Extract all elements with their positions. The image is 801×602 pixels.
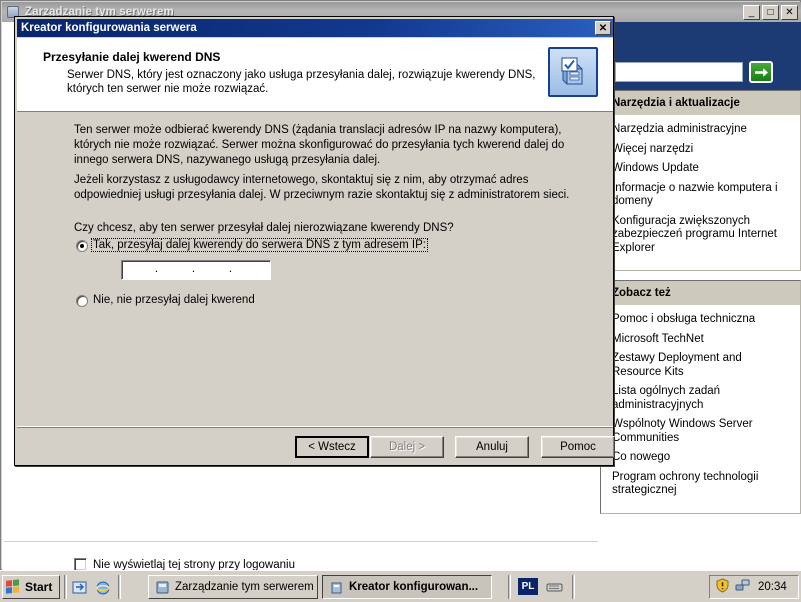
divider (4, 541, 598, 542)
search-input[interactable] (615, 62, 743, 82)
side-link[interactable]: Informacje o nazwie komputera i domeny (612, 182, 791, 209)
radio-row-forward-no[interactable]: Nie, nie przesyłaj dalej kwerend (76, 294, 255, 307)
ip-separator: . (154, 262, 159, 275)
dialog-titlebar[interactable]: Kreator konfigurowania serwera ✕ (17, 19, 613, 37)
internet-explorer-icon[interactable] (95, 580, 111, 596)
maximize-icon[interactable]: □ (762, 5, 779, 20)
dialog-header: Przesyłanie dalej kwerend DNS Serwer DNS… (17, 38, 613, 112)
screen: Zarządzanie tym serwerem _ □ ✕ Narzędzia… (0, 0, 801, 602)
search-go-arrow-icon[interactable] (749, 61, 773, 83)
side-link[interactable]: Konfiguracja zwiększonych zabezpieczeń p… (612, 215, 791, 256)
side-section-header-tools: Narzędzia i aktualizacje (600, 90, 801, 115)
body-question: Czy chcesz, aby ten serwer przesyłał dal… (74, 222, 454, 234)
dialog-title: Kreator konfigurowania serwera (21, 22, 197, 34)
side-list-tools: Narzędzia administracyjne Więcej narzędz… (600, 115, 801, 271)
clock[interactable]: 20:34 (758, 581, 787, 593)
server-icon (155, 580, 170, 595)
next-button: Dalej > (370, 436, 444, 458)
minimize-icon[interactable]: _ (743, 5, 760, 20)
body-paragraph-2: Jeżeli korzystasz z usługodawcy internet… (74, 174, 570, 201)
close-icon[interactable]: ✕ (781, 5, 798, 20)
side-link[interactable]: Co nowego (612, 451, 791, 465)
background-window-controls: _ □ ✕ (743, 5, 798, 20)
side-link[interactable]: Microsoft TechNet (612, 333, 791, 347)
show-desktop-icon[interactable] (72, 580, 88, 596)
divider (118, 575, 121, 599)
taskbar-item-label: Kreator konfigurowan... (349, 581, 479, 593)
side-link[interactable]: Lista ogólnych zadań administracyjnych (612, 385, 791, 412)
system-tray: 20:34 (709, 575, 799, 599)
side-link[interactable]: Zestawy Deployment and Resource Kits (612, 352, 791, 379)
cancel-button[interactable]: Anuluj (455, 436, 529, 458)
side-link[interactable]: Windows Update (612, 162, 791, 176)
start-button-label: Start (25, 580, 53, 594)
taskbar-item-label: Zarządzanie tym serwerem (175, 581, 314, 593)
side-panel-gap (600, 271, 801, 280)
side-panel: Narzędzia i aktualizacje Narzędzia admin… (600, 90, 801, 570)
radio-row-forward-yes[interactable]: Tak, przesyłaj dalej kwerendy do serwera… (76, 238, 428, 252)
ip-separator: . (228, 262, 233, 275)
windows-logo-icon (6, 579, 21, 595)
side-list-seealso: Pomoc i obsługa techniczna Microsoft Tec… (600, 305, 801, 514)
close-icon[interactable]: ✕ (595, 21, 611, 35)
side-link[interactable]: Narzędzia administracyjne (612, 123, 791, 137)
manage-server-banner (600, 22, 801, 90)
wizard-icon (329, 580, 344, 595)
page-subtitle: Serwer DNS, który jest oznaczony jako us… (67, 69, 536, 95)
ip-separator: . (191, 262, 196, 275)
side-link[interactable]: Wspólnoty Windows Server Communities (612, 418, 791, 445)
taskbar-item-manage-server[interactable]: Zarządzanie tym serwerem (148, 575, 318, 599)
divider (64, 575, 67, 599)
configure-server-wizard-dialog: Kreator konfigurowania serwera ✕ Przesył… (14, 16, 615, 466)
radio-forward-no[interactable] (76, 295, 88, 307)
body-paragraph-1: Ten serwer może odbierać kwerendy DNS (ż… (74, 124, 565, 166)
page-title: Przesyłanie dalej kwerend DNS (43, 50, 221, 64)
divider (572, 575, 575, 599)
taskbar-item-configure-wizard[interactable]: Kreator konfigurowan... (322, 575, 492, 599)
help-button[interactable]: Pomoc (541, 436, 615, 458)
radio-forward-yes[interactable] (76, 240, 88, 252)
side-link[interactable]: Program ochrony technologii strategiczne… (612, 471, 791, 498)
side-link[interactable]: Więcej narzędzi (612, 143, 791, 157)
back-button[interactable]: < Wstecz (295, 436, 369, 458)
ip-address-input[interactable]: . . . (121, 260, 271, 280)
dialog-footer: < Wstecz Dalej > Anuluj Pomoc (17, 426, 615, 465)
radio-forward-yes-label: Tak, przesyłaj dalej kwerendy do serwera… (91, 238, 428, 252)
dialog-body: Ten serwer może odbierać kwerendy DNS (ż… (17, 113, 613, 425)
side-section-title-tools: Narzędzia i aktualizacje (612, 97, 740, 109)
side-link[interactable]: Pomoc i obsługa techniczna (612, 313, 791, 327)
network-connection-icon[interactable] (735, 578, 750, 596)
radio-forward-no-label: Nie, nie przesyłaj dalej kwerend (93, 294, 255, 306)
server-checklist-icon (548, 47, 598, 97)
language-indicator[interactable]: PL (518, 578, 538, 595)
startup-checkbox-label: Nie wyświetlaj tej strony przy logowaniu (93, 558, 295, 571)
start-button[interactable]: Start (2, 575, 60, 599)
side-section-title-seealso: Zobacz też (612, 287, 671, 299)
taskbar: Start Zarządzanie tym serwerem Kreator k… (0, 570, 801, 602)
keyboard-icon[interactable] (546, 580, 563, 596)
divider (508, 575, 511, 599)
security-shield-icon[interactable] (715, 578, 730, 596)
side-section-header-seealso: Zobacz też (600, 280, 801, 305)
